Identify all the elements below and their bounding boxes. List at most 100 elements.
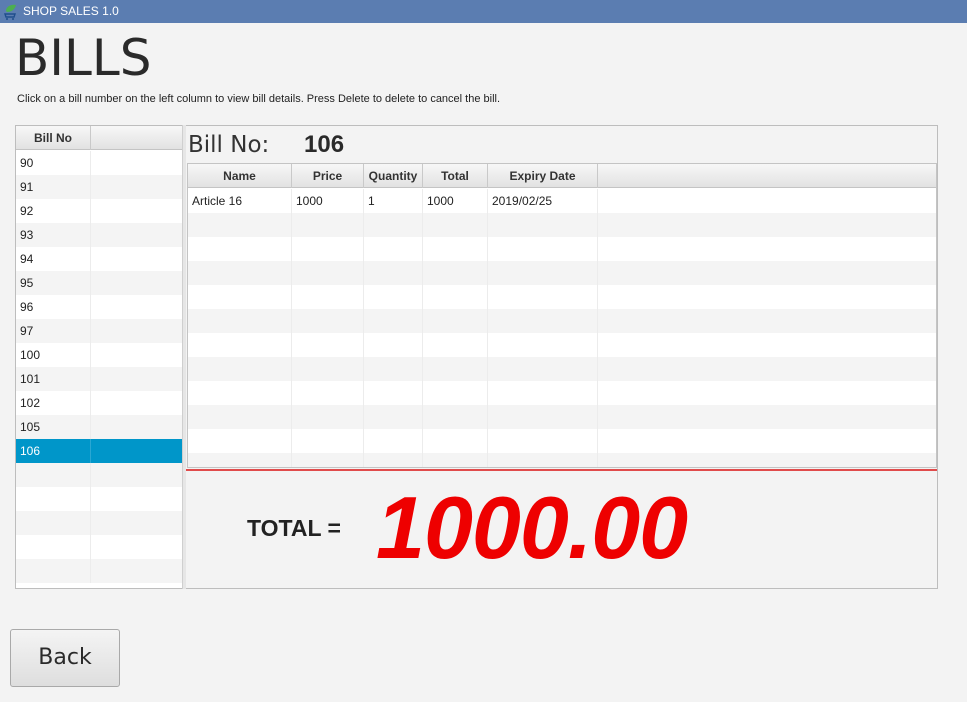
table-row-empty (188, 261, 936, 285)
bill-row[interactable]: 97 (16, 319, 182, 343)
bill-row-empty (16, 463, 182, 487)
empty-cell (423, 405, 488, 429)
column-header-price[interactable]: Price (292, 164, 364, 188)
total-cell: 1000 (423, 189, 488, 213)
empty-cell (188, 309, 292, 333)
empty-cell (292, 429, 364, 453)
column-header-quantity[interactable]: Quantity (364, 164, 423, 188)
empty-cell (598, 285, 936, 309)
empty-cell (423, 333, 488, 357)
empty-cell (364, 285, 423, 309)
bill-row[interactable]: 101 (16, 367, 182, 391)
bill-row-empty (16, 511, 182, 535)
column-header-name[interactable]: Name (188, 164, 292, 188)
bill-number-cell: 90 (16, 151, 91, 175)
table-row-empty (188, 213, 936, 237)
table-row[interactable]: Article 16 1000 1 1000 2019/02/25 (188, 189, 936, 213)
bill-row[interactable]: 100 (16, 343, 182, 367)
empty-cell (488, 213, 598, 237)
bill-row[interactable]: 94 (16, 247, 182, 271)
bill-row[interactable]: 90 (16, 151, 182, 175)
bill-row-empty (16, 487, 182, 511)
bill-no-value: 106 (304, 131, 345, 158)
empty-cell (188, 285, 292, 309)
empty-cell (598, 405, 936, 429)
empty-cell (364, 453, 423, 467)
table-row-empty (188, 429, 936, 453)
bill-number-cell: 91 (16, 175, 91, 199)
table-row-empty (188, 237, 936, 261)
empty-cell (598, 213, 936, 237)
bill-number-cell: 94 (16, 247, 91, 271)
back-button[interactable]: Back (10, 629, 120, 687)
empty-cell (488, 405, 598, 429)
bill-row[interactable]: 95 (16, 271, 182, 295)
empty-cell (488, 357, 598, 381)
empty-cell (16, 463, 91, 487)
empty-cell (423, 453, 488, 467)
empty-cell (188, 237, 292, 261)
empty-cell (16, 487, 91, 511)
empty-cell (598, 237, 936, 261)
table-row-empty (188, 453, 936, 467)
empty-cell (423, 237, 488, 261)
total-label: TOTAL = (247, 515, 341, 541)
total-separator-line (186, 469, 937, 471)
empty-cell (188, 261, 292, 285)
instructions-text: Click on a bill number on the left colum… (17, 93, 501, 105)
table-row-empty (188, 405, 936, 429)
empty-cell (16, 535, 91, 559)
empty-cell (364, 309, 423, 333)
empty-cell (292, 381, 364, 405)
bill-row[interactable]: 105 (16, 415, 182, 439)
bill-list-header: Bill No (16, 126, 182, 150)
column-header-total[interactable]: Total (423, 164, 488, 188)
empty-cell (188, 213, 292, 237)
bill-number-cell: 95 (16, 271, 91, 295)
bill-row[interactable]: 106 (16, 439, 182, 463)
bill-row[interactable]: 93 (16, 223, 182, 247)
empty-cell (488, 429, 598, 453)
empty-cell (598, 261, 936, 285)
bill-no-label: Bill No: (188, 132, 270, 158)
bill-detail-pane: Bill No: 106 Name Price Quantity Total Expir… (186, 125, 938, 589)
bill-number-cell: 101 (16, 367, 91, 391)
empty-cell (423, 213, 488, 237)
price-cell: 1000 (292, 189, 364, 213)
filler-cell (598, 189, 936, 213)
empty-cell (188, 381, 292, 405)
empty-cell (292, 285, 364, 309)
empty-cell (423, 261, 488, 285)
empty-cell (598, 333, 936, 357)
empty-cell (188, 453, 292, 467)
bill-list-table: Bill No 90 91 92 93 94 95 96 97 100 101 102 105 106 (15, 125, 183, 589)
empty-cell (488, 237, 598, 261)
empty-cell (364, 429, 423, 453)
bill-row[interactable]: 91 (16, 175, 182, 199)
empty-cell (598, 381, 936, 405)
title-bar: SHOP SALES 1.0 (0, 0, 967, 23)
empty-cell (16, 559, 91, 583)
bill-number-cell: 105 (16, 415, 91, 439)
total-value: 1000.00 (376, 478, 688, 577)
leaf-cart-icon (4, 4, 16, 20)
column-header-empty (91, 126, 182, 150)
bill-items-table: Name Price Quantity Total Expiry Date Articl… (187, 163, 937, 468)
bill-row[interactable]: 92 (16, 199, 182, 223)
empty-cell (364, 261, 423, 285)
bill-number-cell: 106 (16, 439, 91, 463)
quantity-cell: 1 (364, 189, 423, 213)
column-header-bill-no[interactable]: Bill No (16, 126, 91, 150)
column-header-expiry-date[interactable]: Expiry Date (488, 164, 598, 188)
empty-cell (488, 309, 598, 333)
empty-cell (598, 453, 936, 467)
empty-cell (292, 309, 364, 333)
window-title: SHOP SALES 1.0 (23, 4, 119, 18)
empty-cell (488, 381, 598, 405)
empty-cell (364, 237, 423, 261)
empty-cell (16, 511, 91, 535)
expiry-date-cell: 2019/02/25 (488, 189, 598, 213)
bill-row[interactable]: 96 (16, 295, 182, 319)
table-row-empty (188, 309, 936, 333)
bill-row[interactable]: 102 (16, 391, 182, 415)
